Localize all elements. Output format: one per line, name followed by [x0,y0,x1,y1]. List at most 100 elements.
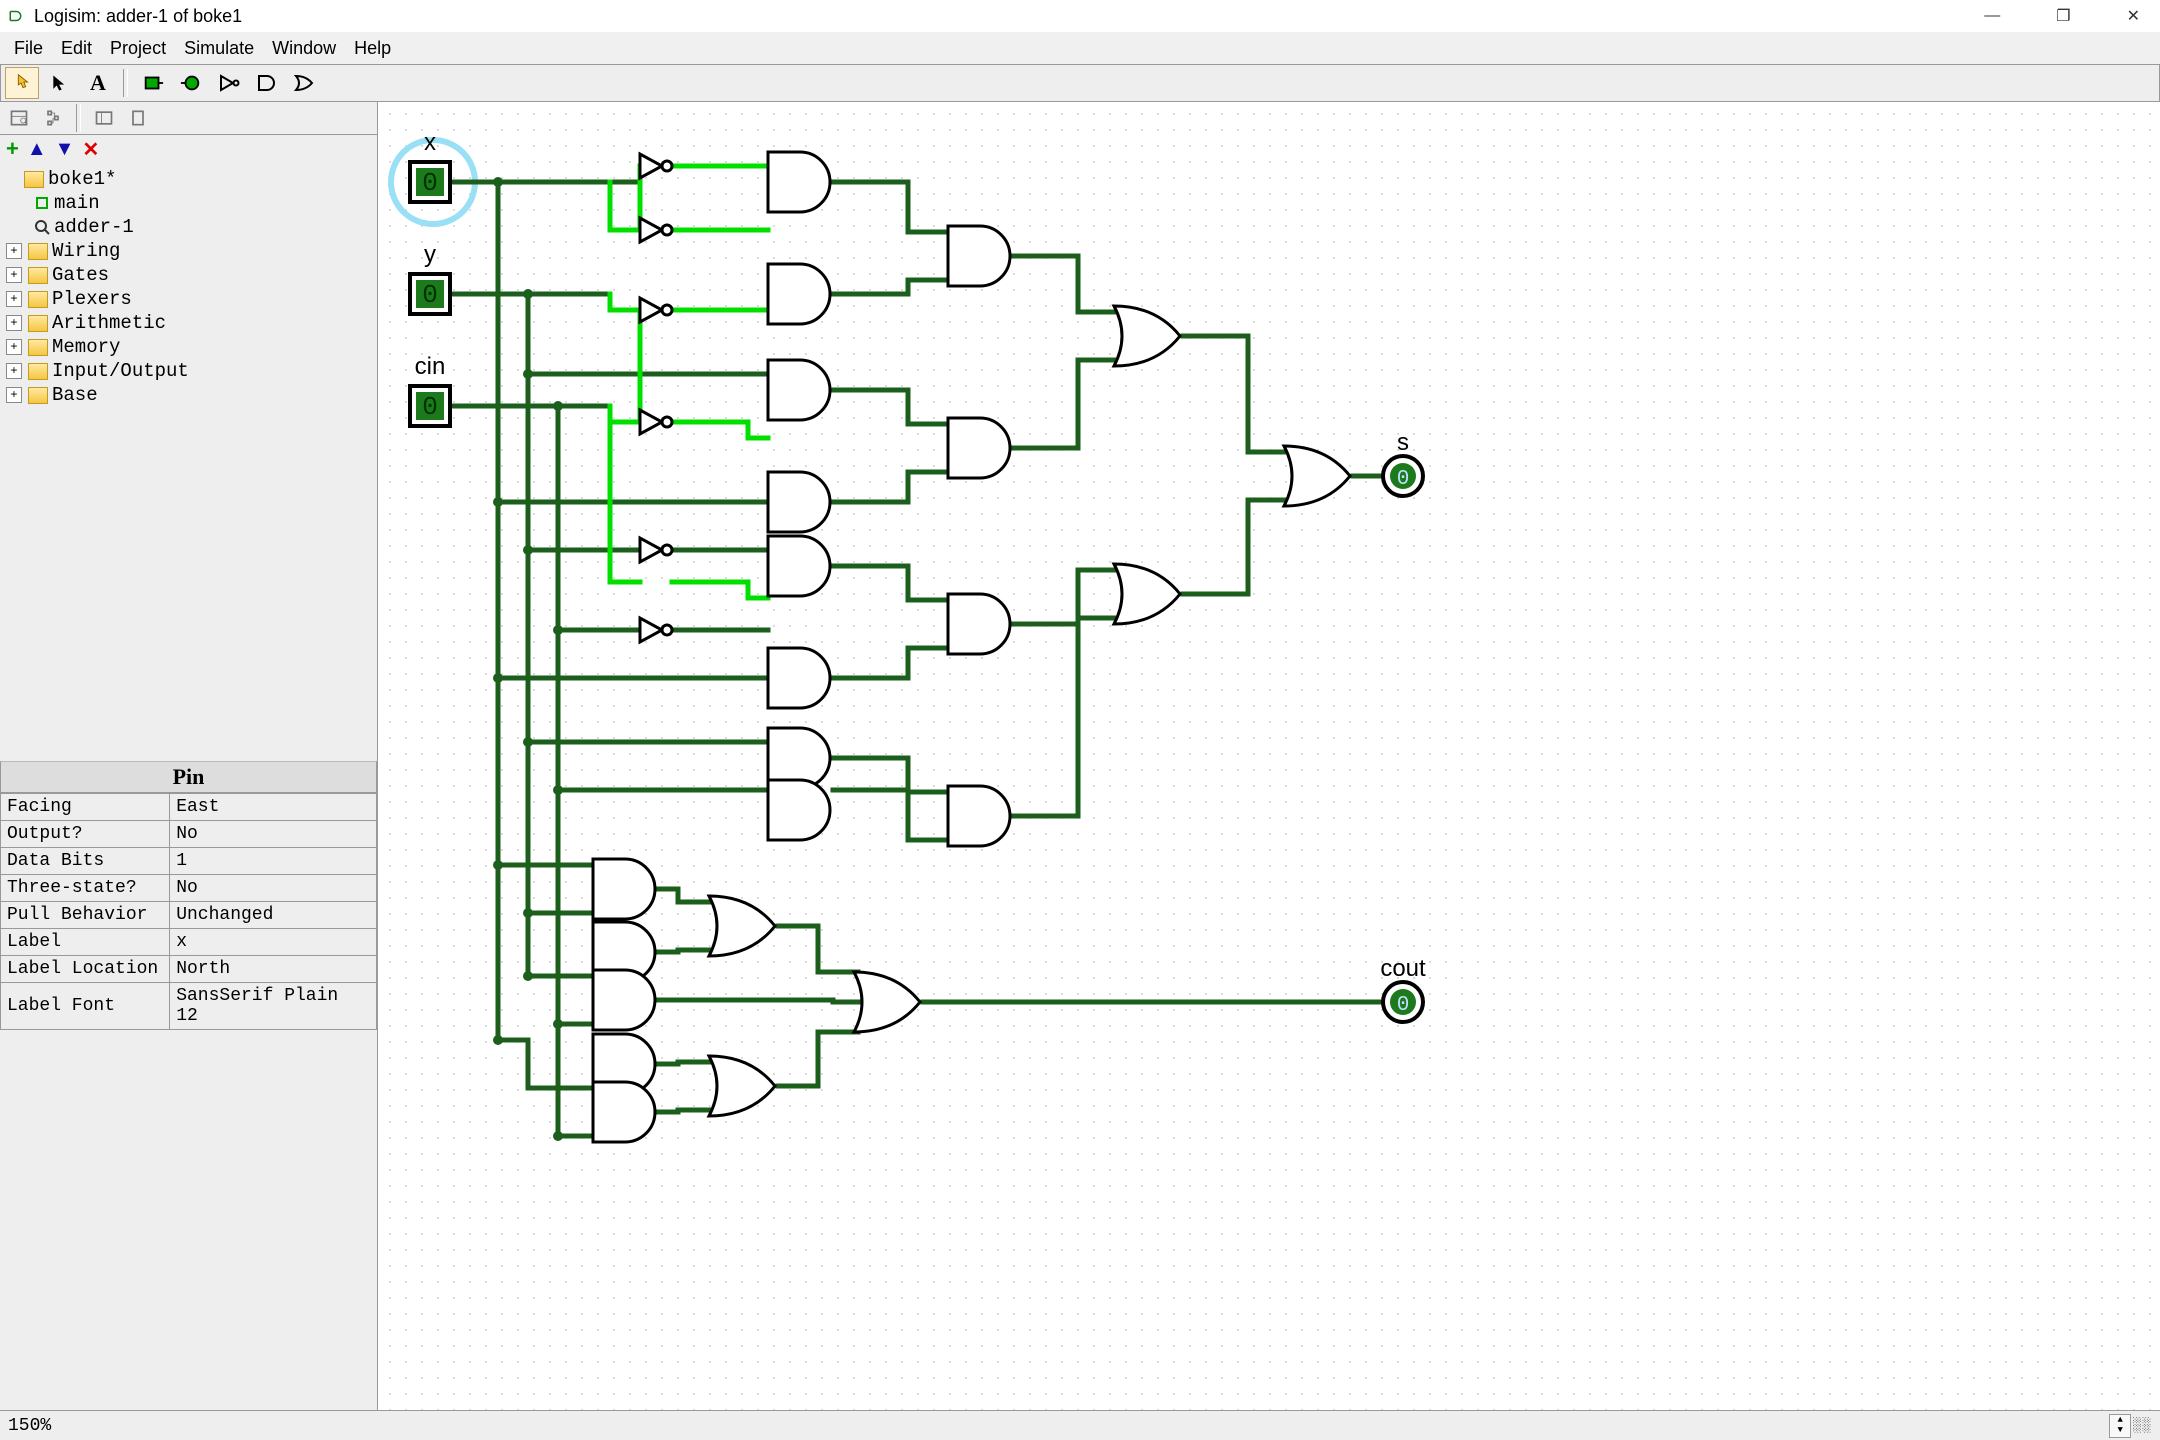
and-gate[interactable] [948,594,1010,654]
tree-toolbar: + ▲ ▼ ✕ [0,135,377,163]
circuit-icon [34,195,50,211]
and-gate[interactable] [593,970,655,1030]
move-down-button[interactable]: ▼ [55,138,75,161]
output-pin-button[interactable] [174,67,208,99]
svg-text:x: x [424,129,436,156]
prop-row: Label FontSansSerif Plain 12 [1,983,377,1030]
and-gate[interactable] [948,226,1010,286]
tree-lib-base[interactable]: +Base [6,383,371,407]
prop-row: Data Bits1 [1,848,377,875]
or-gate[interactable] [1114,564,1180,624]
circuit-canvas[interactable]: 0 x 0 y 0 cin 0 s [378,102,2160,1410]
folder-icon [24,171,44,188]
menu-window[interactable]: Window [264,36,344,61]
window-title: Logisim: adder-1 of boke1 [34,6,242,27]
and-gate[interactable] [948,418,1010,478]
not-gate-button[interactable] [212,67,246,99]
prop-row: FacingEast [1,794,377,821]
menu-help[interactable]: Help [346,36,399,61]
not-gate[interactable] [640,410,672,434]
view-toolbox-button[interactable] [4,104,34,132]
not-gate[interactable] [640,154,672,178]
output-pin-s[interactable]: 0 s [1383,429,1423,496]
text-tool-button[interactable]: A [81,67,115,99]
tree-lib-wiring[interactable]: +Wiring [6,239,371,263]
tree-lib-arithmetic[interactable]: +Arithmetic [6,311,371,335]
output-pin-cout[interactable]: 0 cout [1380,955,1426,1022]
circuit-svg: 0 x 0 y 0 cin 0 s [378,102,2158,1402]
title-bar: Logisim: adder-1 of boke1 — ❐ ✕ [0,0,2160,32]
minimize-button[interactable]: — [1972,3,2012,29]
move-up-button[interactable]: ▲ [27,138,47,161]
and-gate[interactable] [593,859,655,919]
properties-table[interactable]: FacingEast Output?No Data Bits1 Three-st… [0,793,377,1030]
svg-text:y: y [424,241,436,268]
edit-layout-button[interactable] [89,104,119,132]
and-gate[interactable] [768,648,830,708]
menu-edit[interactable]: Edit [53,36,100,61]
zoom-spinner[interactable]: ▲▼ ░░ [2109,1414,2152,1438]
not-gate[interactable] [640,538,672,562]
toolbar-separator [123,69,128,97]
menu-file[interactable]: File [6,36,51,61]
delete-circuit-button[interactable]: ✕ [82,137,99,162]
tree-lib-memory[interactable]: +Memory [6,335,371,359]
tree-lib-io[interactable]: +Input/Output [6,359,371,383]
input-pin-cin[interactable]: 0 cin [410,353,450,426]
svg-text:0: 0 [422,280,438,310]
add-circuit-button[interactable]: + [6,136,19,162]
project-tree[interactable]: boke1* main adder-1 +Wiring +Gates +Plex… [0,163,377,411]
svg-text:cout: cout [1380,955,1426,982]
prop-row: Pull BehaviorUnchanged [1,902,377,929]
and-gate[interactable] [768,360,830,420]
and-gate[interactable] [768,264,830,324]
magnifier-icon [34,219,50,235]
select-tool-button[interactable] [43,67,77,99]
not-gate[interactable] [640,298,672,322]
input-pin-button[interactable] [136,67,170,99]
edit-appearance-button[interactable] [123,104,153,132]
prop-row: Three-state?No [1,875,377,902]
svg-text:0: 0 [1397,468,1410,491]
close-button[interactable]: ✕ [2115,2,2152,30]
poke-tool-button[interactable] [5,67,39,99]
svg-text:0: 0 [422,392,438,422]
and-gate[interactable] [768,152,830,212]
or-gate[interactable] [1284,446,1350,506]
left-pane: + ▲ ▼ ✕ boke1* main adder-1 +Wiring +Gat… [0,102,378,1410]
svg-text:0: 0 [1397,994,1410,1017]
svg-text:0: 0 [422,168,438,198]
zoom-label: 150% [8,1416,51,1436]
and-gate[interactable] [948,786,1010,846]
and-gate[interactable] [768,472,830,532]
or-gate[interactable] [709,896,775,956]
or-gate[interactable] [1114,306,1180,366]
prop-row: Labelx [1,929,377,956]
input-pin-y[interactable]: 0 y [410,241,450,314]
and-gate[interactable] [768,780,830,840]
tree-lib-gates[interactable]: +Gates [6,263,371,287]
main-toolbar: A [0,64,2160,102]
prop-row: Label LocationNorth [1,956,377,983]
or-gate-button[interactable] [288,67,322,99]
menu-simulate[interactable]: Simulate [176,36,262,61]
view-simtree-button[interactable] [38,104,68,132]
not-gate[interactable] [640,218,672,242]
and-gate[interactable] [593,1082,655,1142]
tree-root[interactable]: boke1* [6,167,371,191]
maximize-button[interactable]: ❐ [2044,2,2082,30]
and-gate[interactable] [768,536,830,596]
properties-header: Pin [0,761,377,793]
and-gate-button[interactable] [250,67,284,99]
tree-lib-plexers[interactable]: +Plexers [6,287,371,311]
properties-panel: Pin FacingEast Output?No Data Bits1 Thre… [0,761,377,1410]
or-gate[interactable] [709,1056,775,1116]
tree-circuit-adder[interactable]: adder-1 [6,215,371,239]
or-gate[interactable] [854,972,920,1032]
tree-circuit-main[interactable]: main [6,191,371,215]
not-gate[interactable] [640,618,672,642]
explorer-toolbar [0,102,377,135]
app-icon [8,7,26,25]
svg-text:s: s [1397,429,1409,456]
menu-project[interactable]: Project [102,36,174,61]
